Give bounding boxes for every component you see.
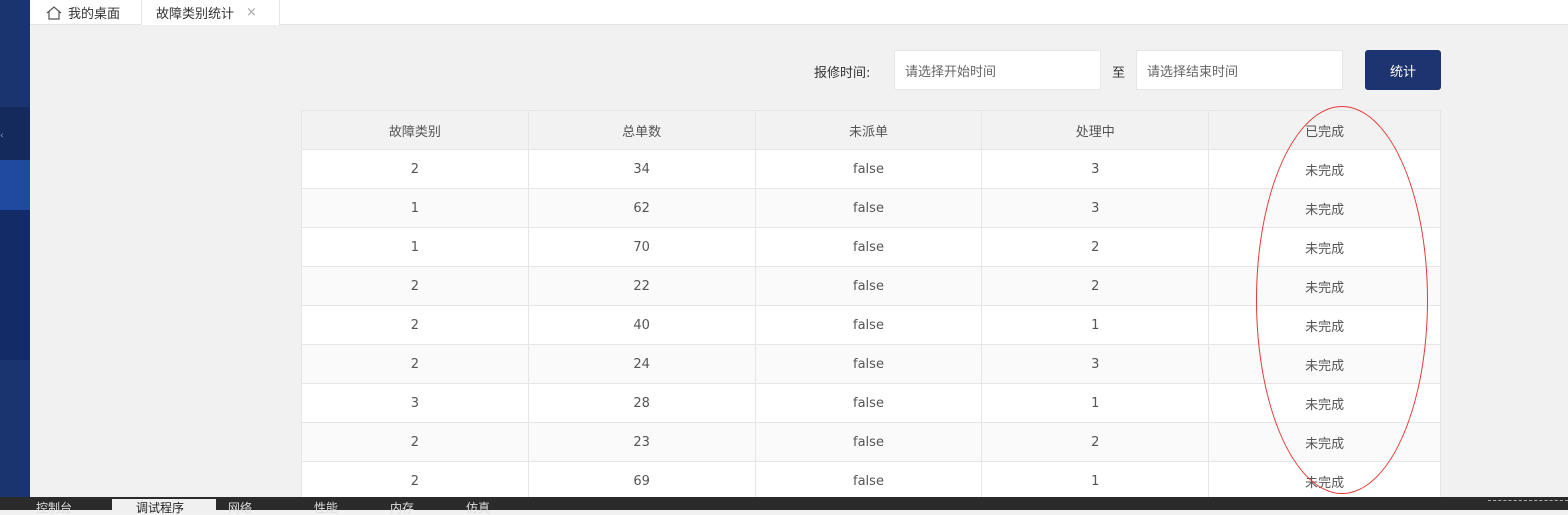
table-cell: 2 <box>981 227 1210 267</box>
table-row: 1 70 false 2 未完成 <box>301 227 1441 267</box>
column-header[interactable]: 已完成 <box>1208 110 1441 150</box>
devtools-tab[interactable]: 网络 <box>228 501 252 515</box>
tab-fault-category-stats[interactable]: 故障类别统计 × <box>142 0 280 25</box>
tab-home[interactable]: 我的桌面 <box>30 0 142 25</box>
end-time-input[interactable]: 请选择结束时间 <box>1136 50 1343 90</box>
table-cell: 34 <box>527 149 756 189</box>
table-cell: 40 <box>527 305 756 345</box>
close-icon[interactable]: × <box>246 5 257 20</box>
table-row: 2 23 false 2 未完成 <box>301 422 1441 462</box>
start-time-input[interactable]: 请选择开始时间 <box>894 50 1101 90</box>
table-cell: 62 <box>527 188 756 228</box>
range-separator: 至 <box>1112 66 1126 81</box>
table-cell: 28 <box>527 383 756 423</box>
sidebar: ‹ <box>0 0 30 497</box>
table-header-row: 故障类别 总单数 未派单 处理中 已完成 <box>301 110 1441 150</box>
table-cell: 未完成 <box>1208 266 1441 306</box>
table-row: 1 62 false 3 未完成 <box>301 188 1441 228</box>
stats-button[interactable]: 统计 <box>1365 50 1441 90</box>
home-icon <box>46 5 62 20</box>
table-cell: 2 <box>301 305 529 345</box>
table-row: 2 24 false 3 未完成 <box>301 344 1441 384</box>
column-header[interactable]: 故障类别 <box>301 110 529 150</box>
table-cell: false <box>754 266 983 306</box>
table-cell: 未完成 <box>1208 383 1441 423</box>
column-header[interactable]: 总单数 <box>527 110 756 150</box>
table-cell: 1 <box>981 305 1210 345</box>
devtools-tab[interactable]: 性能 <box>314 501 338 515</box>
table-cell: 未完成 <box>1208 305 1441 345</box>
table-cell: 未完成 <box>1208 188 1441 228</box>
devtools-tab[interactable]: 仿真 <box>466 501 490 515</box>
table-cell: false <box>754 461 983 501</box>
table-cell: 2 <box>301 422 529 462</box>
table-cell: 未完成 <box>1208 422 1441 462</box>
tab-bar: 我的桌面 故障类别统计 × <box>30 0 1568 25</box>
table-cell: 2 <box>301 461 529 501</box>
table-cell: 1 <box>301 227 529 267</box>
table-cell: 未完成 <box>1208 344 1441 384</box>
devtools-bar: 调试程序 控制台 网络 性能 内存 仿真 <box>0 497 1568 515</box>
table-cell: false <box>754 188 983 228</box>
table-row: 2 40 false 1 未完成 <box>301 305 1441 345</box>
fault-stats-table: 故障类别 总单数 未派单 处理中 已完成 2 34 false 3 未完成 1 62 fals… <box>301 110 1441 501</box>
table-cell: 未完成 <box>1208 461 1441 501</box>
table-cell: 未完成 <box>1208 227 1441 267</box>
table-cell: 2 <box>981 266 1210 306</box>
table-cell: 3 <box>981 149 1210 189</box>
table-cell: 3 <box>981 188 1210 228</box>
table-cell: 2 <box>301 266 529 306</box>
sidebar-caret-icon: ‹ <box>0 131 4 141</box>
table-cell: 24 <box>527 344 756 384</box>
table-cell: false <box>754 383 983 423</box>
devtools-tab-selected[interactable]: 调试程序 <box>112 499 216 515</box>
table-row: 2 34 false 3 未完成 <box>301 149 1441 189</box>
table-row: 2 22 false 2 未完成 <box>301 266 1441 306</box>
table-cell: false <box>754 344 983 384</box>
sidebar-item[interactable] <box>0 107 30 160</box>
table-row: 3 28 false 1 未完成 <box>301 383 1441 423</box>
table-cell: 3 <box>301 383 529 423</box>
devtools-tab[interactable]: 内存 <box>390 501 414 515</box>
devtools-tab-label: 调试程序 <box>136 501 185 515</box>
table-cell: 1 <box>981 383 1210 423</box>
column-header[interactable]: 未派单 <box>754 110 983 150</box>
table-cell: 23 <box>527 422 756 462</box>
table-cell: 2 <box>981 422 1210 462</box>
table-cell: 2 <box>301 344 529 384</box>
repair-time-label: 报修时间: <box>814 66 871 81</box>
table-cell: 22 <box>527 266 756 306</box>
table-cell: false <box>754 149 983 189</box>
devtools-dock-icon[interactable] <box>1488 500 1568 510</box>
devtools-tab[interactable]: 控制台 <box>36 501 72 515</box>
table-row: 2 69 false 1 未完成 <box>301 461 1441 501</box>
table-cell: 2 <box>301 149 529 189</box>
table-cell: 1 <box>301 188 529 228</box>
table-cell: 69 <box>527 461 756 501</box>
table-cell: 3 <box>981 344 1210 384</box>
table-cell: false <box>754 422 983 462</box>
table-cell: 未完成 <box>1208 149 1441 189</box>
table-cell: 70 <box>527 227 756 267</box>
table-cell: false <box>754 227 983 267</box>
sidebar-item-active[interactable] <box>0 160 30 210</box>
sidebar-item[interactable] <box>0 210 30 360</box>
table-cell: 1 <box>981 461 1210 501</box>
column-header[interactable]: 处理中 <box>981 110 1210 150</box>
tab-active-label: 故障类别统计 <box>156 7 235 22</box>
table-cell: false <box>754 305 983 345</box>
end-time-placeholder: 请选择结束时间 <box>1147 64 1239 80</box>
tab-home-label: 我的桌面 <box>68 7 121 22</box>
start-time-placeholder: 请选择开始时间 <box>905 64 997 80</box>
